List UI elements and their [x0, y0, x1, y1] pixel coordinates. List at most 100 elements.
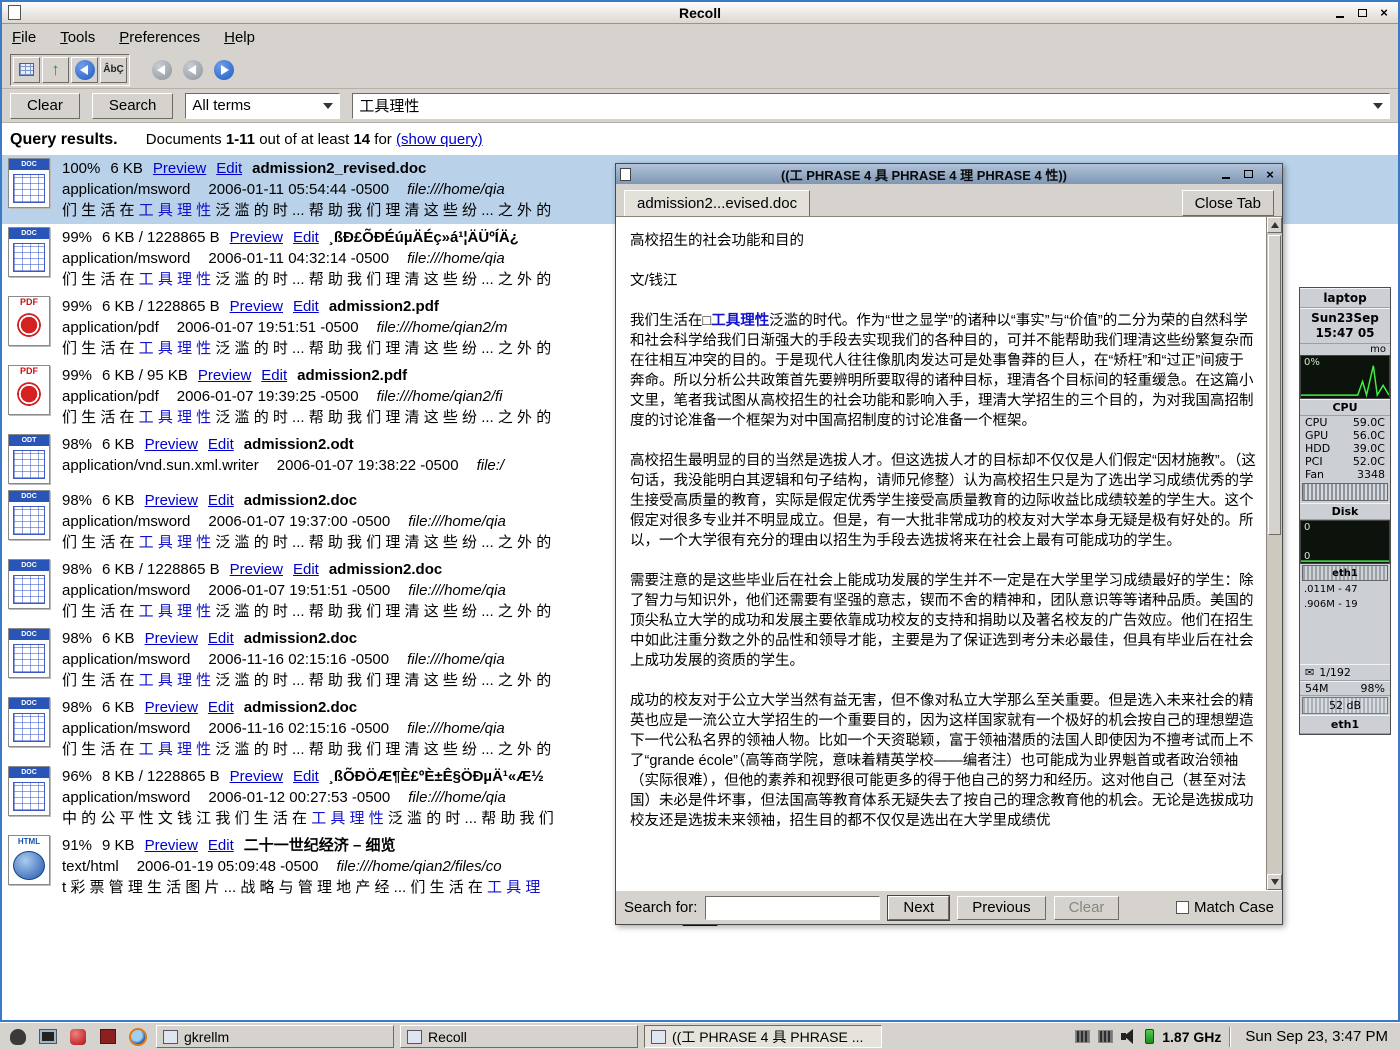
preview-link[interactable]: Preview	[230, 229, 283, 246]
edit-link[interactable]: Edit	[208, 837, 234, 854]
sensor-row: HDD 39.0C	[1300, 442, 1390, 455]
preview-link[interactable]: Preview	[230, 298, 283, 315]
keyboard-layout-icon[interactable]	[1075, 1030, 1090, 1043]
search-input[interactable]	[359, 97, 1373, 114]
browser-launcher[interactable]	[126, 1026, 150, 1048]
terminal-launcher[interactable]	[36, 1026, 60, 1048]
preview-link[interactable]: Preview	[145, 436, 198, 453]
app-launcher-1[interactable]	[66, 1026, 90, 1048]
result-url: file:/	[477, 457, 505, 474]
minimize-button[interactable]	[1218, 167, 1234, 182]
preview-scrollbar[interactable]	[1266, 217, 1282, 890]
snippet-post: 泛 滥 的 时 ... 帮 助 我 们	[384, 810, 554, 827]
result-snippet: 们 生 活 在 工 具 理 性 泛 滥 的 时 ... 帮 助 我 们 理 清 …	[62, 407, 551, 428]
maximize-button[interactable]	[1354, 5, 1370, 20]
file-icon-art	[13, 782, 45, 811]
show-query-link[interactable]: (show query)	[396, 131, 483, 148]
window-titlebar[interactable]: Recoll ×	[2, 2, 1398, 24]
results-for: for	[374, 131, 392, 148]
snippet-post: 泛 滥 的 时 ... 帮 助 我 们 理 清 这 些 纷 ... 之 外 的	[211, 534, 551, 551]
preview-link[interactable]: Preview	[230, 561, 283, 578]
close-button[interactable]: ×	[1262, 167, 1278, 182]
blue-round-icon	[75, 60, 95, 80]
edit-link[interactable]: Edit	[293, 298, 319, 315]
result-date: 2006-11-16 02:15:16 -0500	[208, 720, 389, 737]
preview-link[interactable]: Preview	[230, 768, 283, 785]
keyboard-layout-icon-2[interactable]	[1098, 1030, 1113, 1043]
result-date: 2006-01-07 19:51:51 -0500	[208, 582, 390, 599]
menu-file[interactable]: File	[12, 29, 36, 46]
result-url: file:///home/qian2/m	[377, 319, 508, 336]
scrollbar-thumb[interactable]	[1268, 235, 1281, 535]
menu-preferences[interactable]: Preferences	[119, 29, 200, 46]
next-page-button[interactable]	[210, 57, 237, 83]
preview-link[interactable]: Preview	[145, 492, 198, 509]
table-view-button[interactable]	[13, 57, 40, 83]
result-mimetype: application/msword	[62, 789, 190, 806]
preview-titlebar[interactable]: ((工 PHRASE 4 具 PHRASE 4 理 PHRASE 4 性)) ×	[616, 164, 1282, 184]
clear-button[interactable]: Clear	[10, 93, 80, 119]
find-next-button[interactable]: Next	[888, 896, 949, 920]
preview-link[interactable]: Preview	[145, 837, 198, 854]
edit-link[interactable]: Edit	[261, 367, 287, 384]
scroll-up-button[interactable]	[1267, 217, 1282, 233]
results-count-mid: out of at least	[259, 131, 349, 148]
search-button[interactable]: Search	[92, 93, 174, 119]
search-mode-select[interactable]: All terms	[185, 93, 340, 119]
edit-link[interactable]: Edit	[208, 492, 234, 509]
maximize-button[interactable]	[1240, 167, 1256, 182]
result-mimetype: application/pdf	[62, 319, 159, 336]
preview-link[interactable]: Preview	[198, 367, 251, 384]
results-header: Query results. Documents 1-11 out of at …	[2, 123, 1398, 155]
document-byline: 文/钱江	[630, 271, 1256, 291]
gkrellm-monitor[interactable]: laptop Sun23Sep 15:47 05 mo 0% CPU CPU 5…	[1299, 287, 1391, 735]
edit-link[interactable]: Edit	[216, 160, 242, 177]
snippet-highlight: 工 具 理 性	[139, 340, 212, 357]
find-clear-button[interactable]: Clear	[1054, 896, 1120, 920]
close-tab-button[interactable]: Close Tab	[1182, 190, 1274, 216]
prev-page-button[interactable]	[179, 57, 206, 83]
match-case-checkbox[interactable]	[1176, 901, 1189, 914]
term-explorer-button[interactable]: ÂbÇ	[100, 57, 127, 83]
edit-link[interactable]: Edit	[293, 768, 319, 785]
preview-link[interactable]: Preview	[145, 630, 198, 647]
task-icon	[651, 1030, 666, 1044]
result-snippet: 们 生 活 在 工 具 理 性 泛 滥 的 时 ... 帮 助 我 们 理 清 …	[62, 338, 551, 359]
app-launcher-2[interactable]	[96, 1026, 120, 1048]
task-recoll[interactable]: Recoll	[400, 1025, 638, 1048]
first-page-button[interactable]	[148, 57, 175, 83]
file-icon-art	[13, 713, 45, 742]
sort-button[interactable]: ↑	[42, 57, 69, 83]
menu-help[interactable]: Help	[224, 29, 255, 46]
disk-chart: 0 0	[1300, 520, 1390, 564]
scroll-down-button[interactable]	[1267, 874, 1282, 890]
preview-link[interactable]: Preview	[145, 699, 198, 716]
edit-link[interactable]: Edit	[293, 229, 319, 246]
result-url: file:///home/qia	[407, 651, 505, 668]
file-icon-art	[13, 851, 45, 880]
find-input[interactable]	[705, 896, 880, 920]
task-preview[interactable]: ((工 PHRASE 4 具 PHRASE ...	[644, 1025, 882, 1048]
preview-tab[interactable]: admission2...evised.doc	[624, 190, 810, 216]
find-previous-button[interactable]: Previous	[957, 896, 1045, 920]
cpu-sparkline	[1301, 356, 1389, 399]
query-fragments-button[interactable]	[71, 57, 98, 83]
menu-tools[interactable]: Tools	[60, 29, 95, 46]
preview-title: ((工 PHRASE 4 具 PHRASE 4 理 PHRASE 4 性))	[616, 165, 1232, 184]
edit-link[interactable]: Edit	[208, 436, 234, 453]
battery-icon[interactable]	[1145, 1029, 1154, 1044]
edit-link[interactable]: Edit	[208, 699, 234, 716]
snippet-pre: t 彩 票 管 理 生 活 图 片 ... 战 略 与 管 理 地 产 经 ..…	[62, 879, 487, 896]
query-combobox[interactable]	[352, 93, 1390, 119]
wm-menu-launcher[interactable]	[6, 1026, 30, 1048]
preview-link[interactable]: Preview	[153, 160, 206, 177]
memory-percent: 98%	[1361, 682, 1385, 695]
mail-row: ✉ 1/192	[1300, 664, 1390, 681]
minimize-button[interactable]	[1332, 5, 1348, 20]
close-button[interactable]: ×	[1376, 5, 1392, 20]
volume-icon[interactable]	[1121, 1029, 1137, 1044]
edit-link[interactable]: Edit	[208, 630, 234, 647]
edit-link[interactable]: Edit	[293, 561, 319, 578]
task-gkrellm[interactable]: gkrellm	[156, 1025, 394, 1048]
sensor-value: 56.0C	[1353, 429, 1385, 442]
